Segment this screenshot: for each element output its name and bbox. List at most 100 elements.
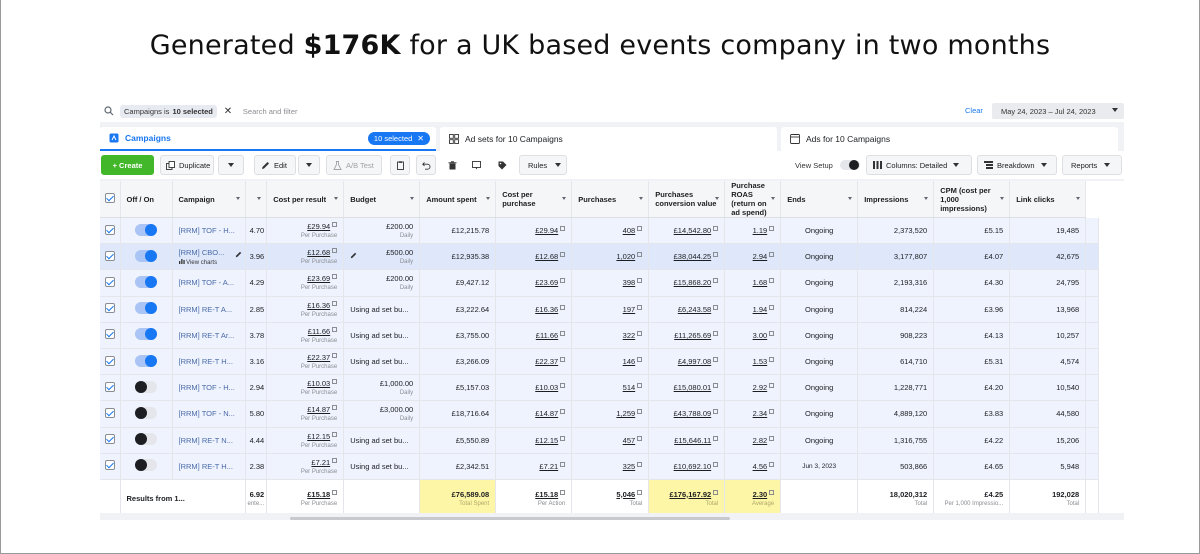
select-all-checkbox[interactable] — [104, 193, 115, 203]
conversion-value[interactable]: £11,265.69 — [674, 331, 711, 340]
campaign-name-link[interactable]: [RRM] TOF - N... — [179, 409, 235, 418]
cost-per-purchase-value[interactable]: £22.37 — [535, 357, 558, 366]
duplicate-dropdown[interactable] — [218, 155, 244, 175]
campaign-toggle[interactable] — [135, 275, 157, 288]
column-header[interactable]: Purchases conversion value — [648, 181, 726, 218]
budget-cell[interactable]: £3,000.00 Daily — [343, 400, 421, 428]
budget-cell[interactable]: Using ad set bu... — [343, 348, 421, 376]
roas-value[interactable]: 2.82 — [753, 436, 768, 445]
tab-campaigns[interactable]: Campaigns 10 selected ✕ — [100, 127, 436, 151]
cost-per-purchase-value[interactable]: £23.69 — [535, 278, 558, 287]
cost-per-purchase-value[interactable]: £10.03 — [535, 383, 558, 392]
campaign-cell[interactable]: [RRM] RE-T N... — [172, 427, 246, 454]
conversion-value[interactable]: £38,044.25 — [674, 252, 712, 261]
toggle-cell[interactable] — [120, 322, 173, 349]
roas-value[interactable]: 4.56 — [753, 462, 768, 471]
toggle-cell[interactable] — [120, 374, 173, 402]
selected-count-pill[interactable]: 10 selected ✕ — [367, 132, 430, 145]
row-select-cell[interactable] — [100, 453, 121, 480]
tab-adsets[interactable]: Ad sets for 10 Campaigns — [440, 127, 777, 151]
roas-value[interactable]: 1.68 — [753, 278, 768, 287]
row-select-cell[interactable] — [100, 348, 121, 376]
cost-per-result-value[interactable]: £10.03 — [307, 379, 330, 388]
campaign-toggle[interactable] — [135, 380, 157, 393]
cost-per-purchase-value[interactable]: £7.21 — [539, 462, 558, 471]
view-charts-link[interactable]: View charts — [186, 260, 217, 266]
column-header[interactable]: Campaign — [172, 181, 246, 218]
cost-per-result-value[interactable]: £12.68 — [307, 248, 330, 257]
roas-value[interactable]: 2.94 — [753, 252, 768, 261]
row-select-cell[interactable] — [100, 269, 121, 297]
toggle-cell[interactable] — [120, 296, 173, 323]
undo-button[interactable] — [416, 155, 436, 175]
clear-filters-link[interactable]: Clear — [965, 106, 983, 115]
roas-value[interactable]: 1.19 — [753, 226, 768, 235]
cost-per-result-value[interactable]: £7.21 — [311, 458, 330, 467]
purchases-value[interactable]: 398 — [623, 278, 636, 287]
row-checkbox[interactable] — [104, 329, 115, 340]
preview-button[interactable] — [466, 155, 486, 175]
ab-test-button[interactable]: A/B Test — [326, 155, 382, 175]
campaign-toggle[interactable] — [135, 302, 157, 315]
totals-cost-per-result-value[interactable]: £15.18 — [307, 490, 330, 499]
cost-per-purchase-value[interactable]: £14.87 — [535, 409, 558, 418]
view-setup-toggle[interactable] — [840, 160, 860, 170]
tab-ads[interactable]: Ads for 10 Campaigns — [781, 127, 1118, 151]
toggle-cell[interactable] — [120, 453, 173, 480]
campaign-toggle[interactable] — [135, 459, 157, 472]
column-header[interactable]: Budget — [343, 181, 421, 218]
budget-cell[interactable]: Using ad set bu... — [343, 427, 421, 454]
totals-purchases-value[interactable]: 5,046 — [616, 490, 635, 499]
budget-cell[interactable]: £200.00 Daily — [343, 217, 421, 245]
purchases-value[interactable]: 325 — [623, 462, 636, 471]
table-row[interactable]: [RRM] RE-T A... 2.85 £16.36 Per Purchase Usi… — [100, 296, 1100, 323]
campaign-name-link[interactable]: [RRM] RE-T H... — [179, 462, 233, 471]
column-header[interactable]: CPM (cost per 1,000 impressions) — [933, 181, 1011, 218]
conversion-value[interactable]: £4,997.08 — [678, 357, 711, 366]
campaign-name-link[interactable]: [RRM] TOF - H... — [179, 226, 235, 235]
table-row[interactable]: [RRM] TOF - N... 5.80 £14.87 Per Purchase £3… — [100, 400, 1100, 428]
roas-value[interactable]: 1.94 — [753, 305, 768, 314]
table-row[interactable]: [RRM] RE-T Ar... 3.78 £11.66 Per Purchase Us… — [100, 322, 1100, 349]
column-header[interactable]: Ends — [780, 181, 859, 218]
campaign-cell[interactable]: [RRM] RE-T A... — [172, 296, 246, 323]
campaign-cell[interactable]: [RRM] RE-T H... — [172, 348, 246, 376]
row-checkbox[interactable] — [104, 276, 115, 287]
rules-button[interactable]: Rules — [519, 155, 567, 175]
purchases-value[interactable]: 1,259 — [616, 409, 635, 418]
roas-value[interactable]: 3.00 — [753, 331, 768, 340]
column-header[interactable]: Impressions — [857, 181, 935, 218]
campaign-toggle[interactable] — [135, 249, 157, 262]
table-row[interactable]: [RRM] RE-T H... 2.38 £7.21 Per Purchase Usin… — [100, 453, 1100, 480]
campaign-name-link[interactable]: [RRM] RE-T H... — [179, 357, 233, 366]
totals-conversion-value-value[interactable]: £176,167.92 — [669, 490, 711, 499]
purchases-value[interactable]: 146 — [623, 357, 636, 366]
purchases-value[interactable]: 457 — [623, 436, 636, 445]
row-checkbox[interactable] — [104, 355, 115, 366]
conversion-value[interactable]: £15,080.01 — [674, 383, 712, 392]
edit-dropdown[interactable] — [298, 155, 320, 175]
tag-button[interactable] — [492, 155, 512, 175]
budget-cell[interactable]: Using ad set bu... — [343, 453, 421, 480]
delete-button[interactable] — [442, 155, 462, 175]
column-header[interactable]: Link clicks — [1009, 181, 1087, 218]
columns-button[interactable]: Columns: Detailed — [866, 155, 972, 175]
cost-per-result-value[interactable]: £16.36 — [307, 301, 330, 310]
table-row[interactable]: [RRM] RE-T H... 3.16 £22.37 Per Purchase Usi… — [100, 348, 1100, 376]
row-select-cell[interactable] — [100, 322, 121, 349]
cost-per-result-value[interactable]: £22.37 — [307, 353, 330, 362]
row-checkbox[interactable] — [104, 250, 115, 261]
toggle-cell[interactable] — [120, 217, 173, 245]
row-select-cell[interactable] — [100, 296, 121, 323]
row-checkbox[interactable] — [104, 224, 115, 235]
budget-cell[interactable]: £200.00 Daily — [343, 269, 421, 297]
cost-per-result-value[interactable]: £23.69 — [307, 274, 330, 283]
column-header[interactable] — [245, 181, 268, 218]
remove-filter-icon[interactable]: ✕ — [223, 106, 233, 117]
select-all-header[interactable] — [100, 181, 121, 218]
create-button[interactable]: + Create — [101, 155, 154, 175]
campaign-name-link[interactable]: [RRM] TOF - H... — [179, 383, 235, 392]
conversion-value[interactable]: £43,788.09 — [674, 409, 712, 418]
reports-button[interactable]: Reports — [1062, 155, 1122, 175]
conversion-value[interactable]: £14,542.80 — [674, 226, 712, 235]
